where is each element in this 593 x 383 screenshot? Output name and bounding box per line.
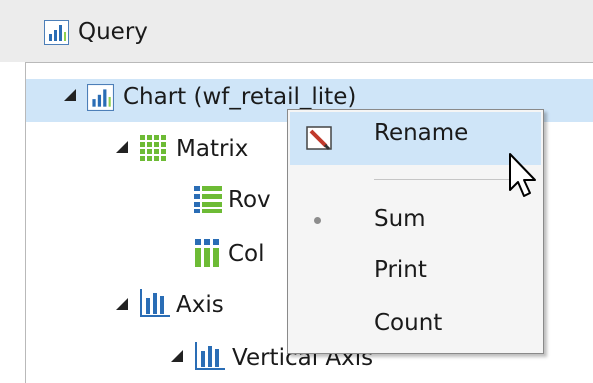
menu-item-count[interactable]: Count xyxy=(374,310,442,336)
menu-separator xyxy=(374,179,524,180)
columns-icon xyxy=(193,238,223,274)
tree-item-columns[interactable]: Col xyxy=(228,237,265,271)
menu-item-print[interactable]: Print xyxy=(374,257,427,283)
context-menu: Rename Sum Print Count xyxy=(287,109,544,354)
bar-chart-icon xyxy=(44,20,69,51)
expand-axis-toggle[interactable] xyxy=(116,298,128,310)
bar-chart-icon xyxy=(87,84,114,117)
mouse-cursor-icon xyxy=(508,152,540,206)
expand-vertical-axis-toggle[interactable] xyxy=(171,350,183,362)
rows-icon xyxy=(193,184,223,220)
checked-bullet-icon xyxy=(314,217,321,224)
tree-item-rows[interactable]: Rov xyxy=(228,183,271,217)
tree-item-axis[interactable]: Axis xyxy=(176,288,224,322)
menu-item-sum[interactable]: Sum xyxy=(374,206,426,232)
expand-chart-toggle[interactable] xyxy=(64,89,76,101)
menu-item-rename[interactable]: Rename xyxy=(374,120,468,146)
query-header: Query xyxy=(0,0,593,62)
axis-chart-icon xyxy=(194,341,226,377)
rename-icon xyxy=(306,124,336,158)
tree-item-matrix[interactable]: Matrix xyxy=(176,132,248,166)
expand-matrix-toggle[interactable] xyxy=(116,141,128,153)
axis-chart-icon xyxy=(139,288,171,324)
query-title[interactable]: Query xyxy=(78,15,148,49)
matrix-grid-icon xyxy=(139,134,169,170)
